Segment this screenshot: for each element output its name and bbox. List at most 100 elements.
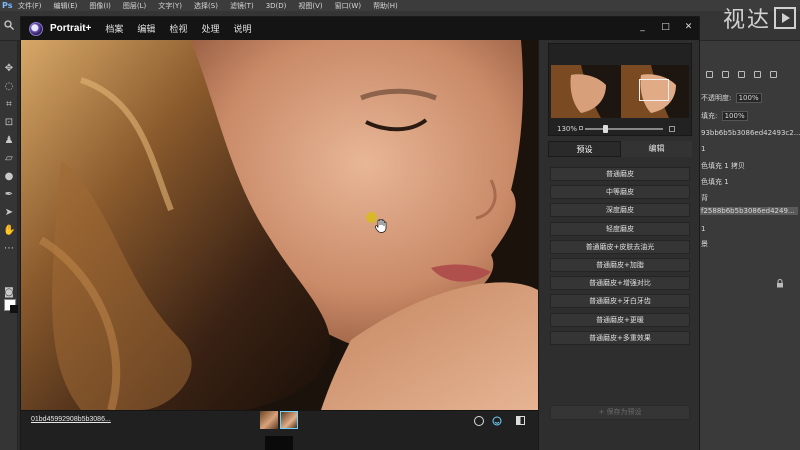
- navigator-preview[interactable]: [551, 65, 689, 118]
- watermark-text: 视达: [722, 8, 771, 33]
- filter-pixel-icon[interactable]: [706, 71, 713, 78]
- ps-menu-type[interactable]: 文字(Y): [158, 1, 182, 11]
- move-tool-icon[interactable]: ✥: [3, 63, 15, 75]
- preset-button[interactable]: 普通磨皮: [550, 167, 690, 181]
- preset-button[interactable]: 普通磨皮+皮肤去油光: [550, 239, 690, 254]
- tab-edit[interactable]: 编辑: [621, 141, 692, 157]
- search-icon[interactable]: [4, 20, 14, 30]
- ps-menu-select[interactable]: 选择(S): [194, 1, 218, 11]
- opacity-input[interactable]: 100%: [735, 93, 762, 103]
- canvas-footer: 01bd45992908b5b3086...: [21, 410, 538, 450]
- layer-row[interactable]: 色填充 1 拷贝: [701, 161, 745, 171]
- layer-row[interactable]: 背: [701, 193, 708, 203]
- portrait-photo: [21, 40, 538, 410]
- preset-button[interactable]: 普通磨皮+更暖: [550, 312, 690, 327]
- zoom-out-icon[interactable]: [579, 126, 583, 130]
- fill-input[interactable]: 100%: [721, 111, 748, 121]
- image-canvas[interactable]: [21, 40, 538, 410]
- portrait-plus-window: Portrait+ 档案 编辑 检视 处理 说明 _ □ ✕ 01bd45992…: [20, 16, 700, 450]
- ps-toolbar: ✥ ◌ ⌗ ⊡ ♟ ▱ ● ✒ ➤ ✋ ⋯ ◙: [0, 41, 18, 450]
- layer-row[interactable]: 1: [701, 225, 705, 233]
- zoom-slider-thumb[interactable]: [603, 125, 608, 133]
- preset-button[interactable]: 深度磨皮: [550, 203, 690, 218]
- plugin-menu-process[interactable]: 处理: [201, 22, 219, 35]
- preset-list: 普通磨皮 中等磨皮 深度磨皮 轻度磨皮 普通磨皮+皮肤去油光 普通磨皮+加脂 普…: [550, 167, 690, 349]
- preset-button[interactable]: 普通磨皮+多重效果: [550, 330, 690, 345]
- hand-tool-icon[interactable]: ✋: [3, 225, 15, 237]
- layer-row-selected[interactable]: f2588b6b5b3086ed4249...: [698, 207, 798, 215]
- compare-icon[interactable]: [474, 416, 484, 426]
- background-color-swatch[interactable]: [10, 305, 18, 313]
- layer-row[interactable]: 1: [701, 145, 705, 153]
- hand-cursor-icon: [375, 219, 387, 233]
- ps-menu-filter[interactable]: 滤镜(T): [230, 1, 254, 11]
- control-panel: 130% 预设 编辑 普通磨皮 中等磨皮 深度磨皮 轻度磨皮 普通磨皮+皮肤去油…: [538, 40, 699, 450]
- window-controls: _ □ ✕: [638, 23, 693, 32]
- ps-menu-3d[interactable]: 3D(D): [266, 2, 287, 10]
- ps-menu-image[interactable]: 图像(I): [89, 1, 111, 11]
- plugin-menu-help[interactable]: 说明: [233, 22, 251, 35]
- split-view-icon[interactable]: [516, 416, 525, 425]
- layer-row[interactable]: 景: [701, 239, 708, 249]
- opacity-row: 不透明度: 100%: [701, 93, 762, 103]
- zoom-slider-track[interactable]: [585, 128, 663, 130]
- more-tools-icon[interactable]: ⋯: [3, 243, 15, 255]
- fill-row: 填充: 100%: [701, 111, 748, 121]
- lasso-tool-icon[interactable]: ◌: [3, 81, 15, 93]
- ps-menu-layer[interactable]: 图层(L): [123, 1, 146, 11]
- filter-adjust-icon[interactable]: [722, 71, 729, 78]
- layer-row[interactable]: 色填充 1: [701, 177, 729, 187]
- plugin-title: Portrait+: [50, 23, 92, 34]
- filename-link[interactable]: 01bd45992908b5b3086...: [31, 416, 111, 423]
- close-button[interactable]: ✕: [684, 23, 693, 32]
- layers-panel: 不透明度: 100% 填充: 100% 93bb6b5b3086ed42493c…: [697, 41, 800, 450]
- plugin-menu-file[interactable]: 档案: [105, 22, 123, 35]
- lock-icon: [777, 279, 783, 288]
- fill-label: 填充:: [701, 112, 718, 120]
- navigator-viewport-frame[interactable]: [639, 79, 669, 101]
- crop-tool-icon[interactable]: ⌗: [3, 99, 15, 111]
- plugin-titlebar: Portrait+ 档案 编辑 检视 处理 说明 _ □ ✕: [21, 17, 699, 40]
- portrait-plus-logo-icon: [29, 21, 43, 36]
- preset-button[interactable]: 普通磨皮+加脂: [550, 257, 690, 272]
- ps-menu-help[interactable]: 帮助(H): [373, 1, 398, 11]
- stamp-tool-icon[interactable]: ♟: [3, 135, 15, 147]
- zoom-in-icon[interactable]: [669, 126, 675, 132]
- quick-mask-icon[interactable]: ◙: [3, 287, 15, 299]
- preview-strip: [265, 436, 293, 450]
- ps-menu-window[interactable]: 窗口(W): [335, 1, 361, 11]
- tab-presets[interactable]: 预设: [548, 141, 621, 157]
- preset-button[interactable]: 中等磨皮: [550, 185, 690, 200]
- play-icon: [774, 7, 796, 29]
- preset-button[interactable]: 普通磨皮+增强对比: [550, 276, 690, 291]
- watermark-logo: 视达: [723, 2, 796, 34]
- minimize-button[interactable]: _: [638, 23, 647, 32]
- path-select-tool-icon[interactable]: ➤: [3, 207, 15, 219]
- save-preset-button[interactable]: + 保存为预设: [550, 405, 690, 420]
- preset-button[interactable]: 普通磨皮+牙白牙齿: [550, 294, 690, 309]
- face-mask-icon[interactable]: [492, 416, 502, 426]
- filter-shape-icon[interactable]: [754, 71, 761, 78]
- navigator: 130%: [548, 43, 692, 136]
- panel-tabs: 预设 编辑: [548, 141, 692, 157]
- zoom-level: 130%: [557, 125, 578, 133]
- layer-row[interactable]: 93bb6b5b3086ed42493c2...: [701, 129, 800, 137]
- eraser-tool-icon[interactable]: ▱: [3, 153, 15, 165]
- filter-smart-icon[interactable]: [770, 71, 777, 78]
- thumbnail-edited[interactable]: [280, 411, 298, 429]
- preset-button[interactable]: 轻度磨皮: [550, 221, 690, 236]
- layer-filter-icons: [706, 71, 777, 78]
- maximize-button[interactable]: □: [661, 23, 670, 32]
- blur-tool-icon[interactable]: ●: [3, 171, 15, 183]
- thumbnail-original[interactable]: [260, 411, 278, 429]
- frame-tool-icon[interactable]: ⊡: [3, 117, 15, 129]
- ps-menu-view[interactable]: 视图(V): [298, 1, 322, 11]
- ps-menu-edit[interactable]: 编辑(E): [54, 1, 78, 11]
- ps-menubar: Ps 文件(F) 编辑(E) 图像(I) 图层(L) 文字(Y) 选择(S) 滤…: [0, 0, 800, 11]
- ps-menu-file[interactable]: 文件(F): [18, 1, 42, 11]
- opacity-label: 不透明度:: [701, 94, 732, 102]
- plugin-menu-edit[interactable]: 编辑: [137, 22, 155, 35]
- filter-type-icon[interactable]: [738, 71, 745, 78]
- pen-tool-icon[interactable]: ✒: [3, 189, 15, 201]
- plugin-menu-view[interactable]: 检视: [169, 22, 187, 35]
